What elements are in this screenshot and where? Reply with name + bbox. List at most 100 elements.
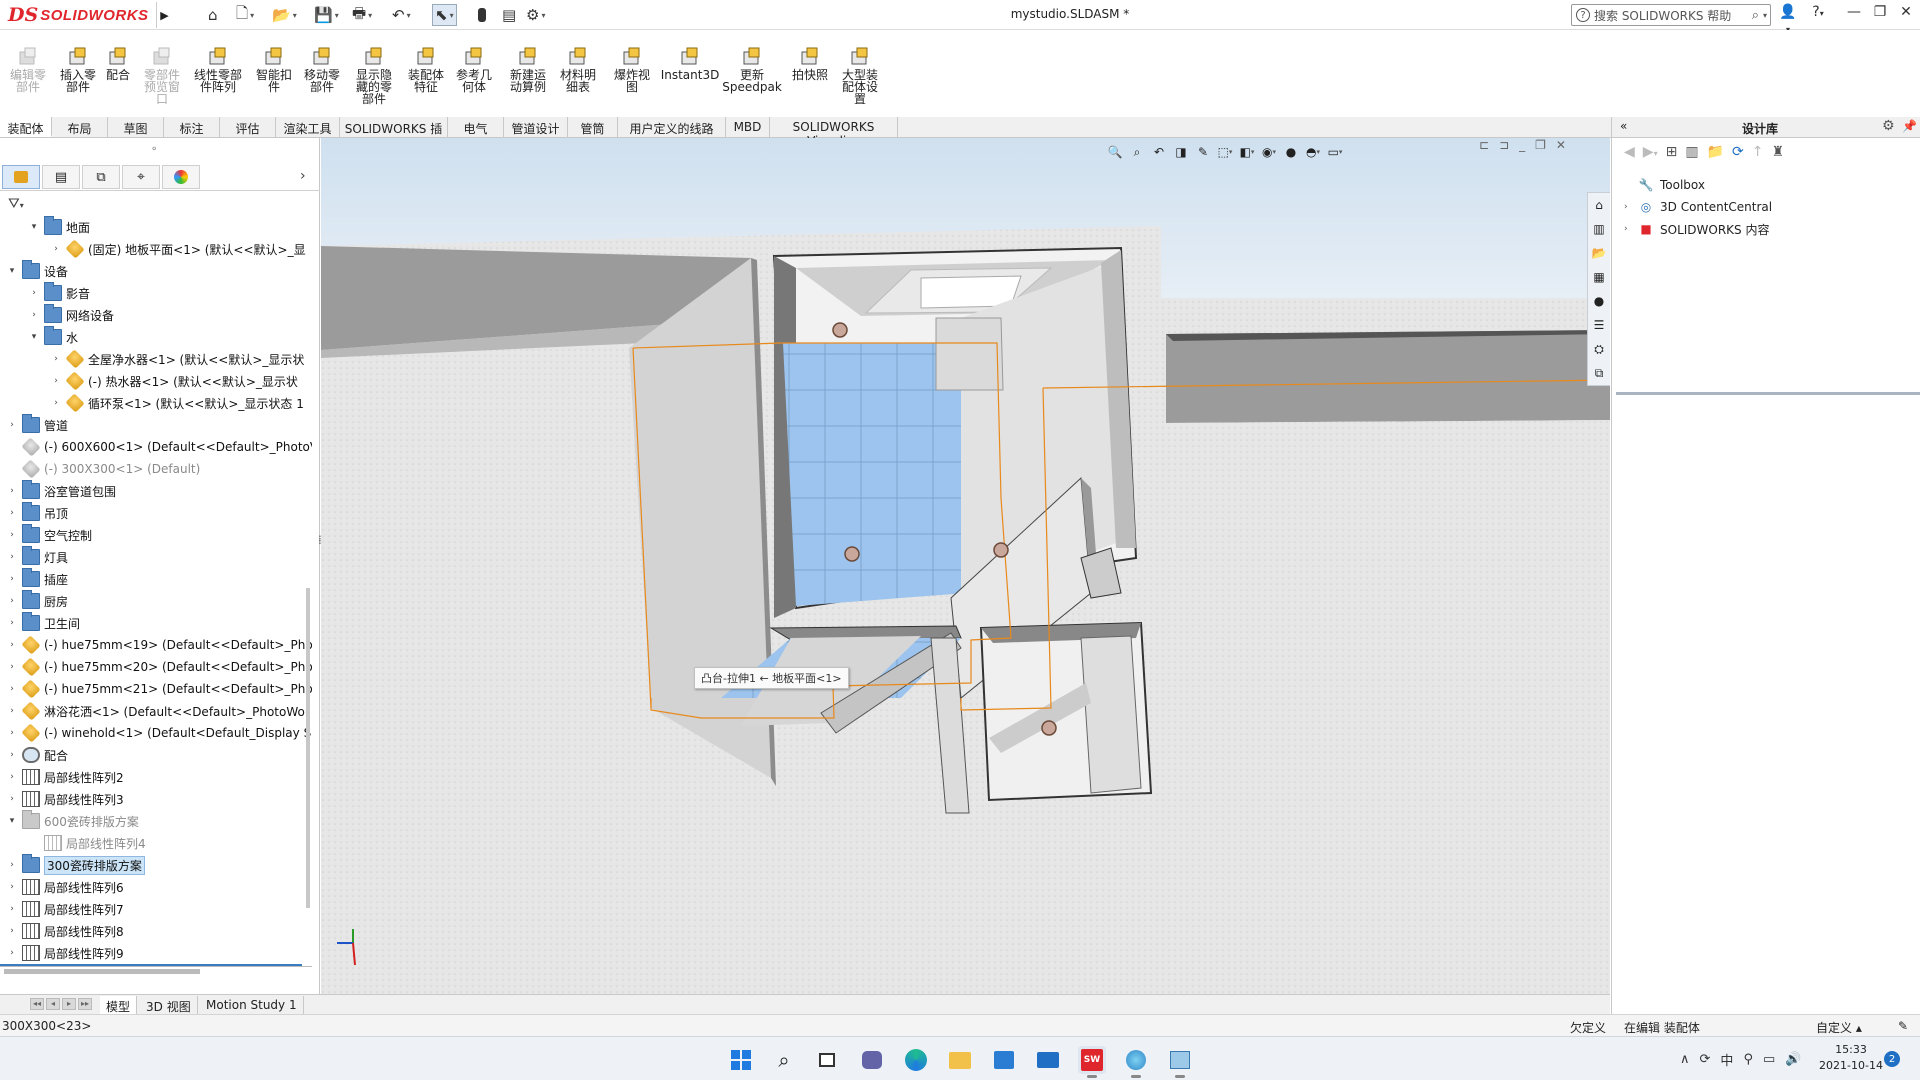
property-manager-tab[interactable]: ▤ (42, 165, 80, 189)
tab-9[interactable]: 管筒 (568, 117, 618, 137)
pipe-marker[interactable] (1041, 720, 1057, 736)
collapse-panel-icon[interactable]: « (1620, 119, 1627, 133)
scrollbar-thumb[interactable] (306, 588, 310, 908)
expand-arrow-icon[interactable]: › (6, 530, 18, 540)
minimize-icon[interactable]: — (1844, 4, 1864, 20)
add-to-library-icon[interactable]: ⊞ (1666, 144, 1678, 160)
refresh-icon[interactable]: ⟳ (1732, 144, 1744, 160)
expand-arrow-icon[interactable]: › (6, 706, 18, 716)
tree-item[interactable]: › 局部线性阵列3 (6, 788, 124, 810)
command-large-assembly-button[interactable]: 大型装 配体设 置 (834, 46, 886, 105)
filter-icon[interactable]: ⛛▾ (8, 196, 24, 212)
print-icon[interactable]: 🖶 ▾ (352, 4, 372, 26)
expand-arrow-icon[interactable]: › (6, 904, 18, 914)
expand-arrow-icon[interactable]: › (6, 750, 18, 760)
expand-arrow-icon[interactable]: › (6, 574, 18, 584)
tree-item[interactable]: › 全屋净水器<1> (默认<<默认>_显示状 (50, 348, 304, 370)
tree-item[interactable]: (-) 300X300<1> (Default) (6, 458, 200, 480)
next-tab-icon[interactable]: ▸ (62, 998, 76, 1010)
tree-item[interactable]: › (固定) 地板平面<1> (默认<<默认>_显 (50, 238, 306, 260)
tree-item[interactable]: › 配合 (6, 744, 68, 766)
tree-item[interactable]: › (-) winehold<1> (Default<Default_Displa… (6, 722, 311, 744)
tab-3[interactable]: 标注 (164, 117, 220, 137)
library-item[interactable]: 🔧 Toolbox (1624, 175, 1705, 195)
tab-1[interactable]: 布局 (52, 117, 108, 137)
tray-overflow-icon[interactable]: ∧ (1680, 1052, 1690, 1067)
expand-arrow-icon[interactable]: › (6, 618, 18, 628)
undo-icon[interactable]: ↶ ▾ (392, 4, 411, 26)
clock[interactable]: 15:33 2021-10-14 (1816, 1042, 1886, 1074)
bottom-tab-0[interactable]: 模型 (100, 996, 138, 1014)
command-exploded-view-button[interactable]: 爆炸视 图 (606, 46, 658, 93)
viewport-minimize-icon[interactable]: _ (1519, 138, 1525, 156)
expand-arrow-icon[interactable]: › (50, 376, 62, 386)
add-file-location-icon[interactable]: ▥ (1685, 144, 1698, 160)
panel-expand-arrow-icon[interactable]: › (300, 168, 306, 184)
tree-vertical-scrollbar[interactable] (306, 218, 312, 964)
search-icon[interactable]: ⌕ (770, 1046, 798, 1074)
tree-item[interactable]: › (-) hue75mm<20> (Default<<Default>_Phot (6, 656, 312, 678)
volume-icon[interactable]: 🔊 (1785, 1052, 1801, 1067)
expand-arrow-icon[interactable]: › (6, 948, 18, 958)
ime-mode-icon[interactable]: ⚲ (1743, 1052, 1753, 1067)
task-view-icon[interactable] (813, 1046, 841, 1074)
configuration-manager-tab[interactable]: ⧉ (82, 165, 120, 189)
expand-arrow-icon[interactable]: › (6, 882, 18, 892)
collapse-arrow-icon[interactable]: ▾ (6, 266, 18, 276)
viewport-split-left-icon[interactable]: ⊏ (1479, 138, 1489, 156)
bottom-tab-2[interactable]: Motion Study 1 (200, 996, 304, 1014)
expand-arrow-icon[interactable]: › (6, 926, 18, 936)
expand-arrow-icon[interactable]: › (50, 354, 62, 364)
tree-item[interactable]: › 插座 (6, 568, 68, 590)
previous-view-icon[interactable]: ↶ (1150, 143, 1168, 161)
command-bom-button[interactable]: 材料明 细表 (552, 46, 604, 93)
graphics-area[interactable]: 🔍 ⌕ ↶ ◨ ✎ ⬚ ▾ ◧ ▾ ◉ ▾ ● ◓ ▾ ▭ ▾ ⊏ ⊐ _ ❐ ✕ ⌂ ▥… (321, 138, 1610, 994)
tab-10[interactable]: 用户定义的线路 (618, 117, 726, 137)
command-snapshot-button[interactable]: 拍快照 (784, 46, 836, 81)
expand-arrow-icon[interactable]: › (6, 508, 18, 518)
custom-properties-icon[interactable]: ☰ (1588, 313, 1610, 337)
mail-icon[interactable] (1034, 1046, 1062, 1074)
tab-8[interactable]: 管道设计 (504, 117, 568, 137)
tab-5[interactable]: 渲染工具 (276, 117, 340, 137)
home-icon[interactable]: ⌂ (208, 4, 218, 26)
zoom-to-area-icon[interactable]: ⌕ (1128, 143, 1146, 161)
expand-arrow-icon[interactable]: › (1624, 202, 1638, 212)
help-search-input[interactable]: ? 搜索 SOLIDWORKS 帮助 ⌕ ▾ (1571, 4, 1771, 26)
expand-arrow-icon[interactable]: › (6, 596, 18, 606)
start-icon[interactable] (727, 1046, 755, 1074)
display-icon[interactable]: ▭ (1763, 1052, 1775, 1067)
command-assembly-features-button[interactable]: 装配体 特征 (400, 46, 452, 93)
tray-sync-icon[interactable]: ⟳ (1700, 1052, 1711, 1067)
tab-0[interactable]: 装配体 (0, 117, 52, 137)
menu-expand-arrow-icon[interactable]: ▶ (156, 2, 172, 28)
command-edit-component-button[interactable]: 编辑零 部件 (2, 46, 54, 93)
tree-item[interactable]: › 灯具 (6, 546, 68, 568)
traffic-light-icon[interactable] (478, 4, 486, 26)
status-tooltip-icon[interactable]: ✎ (1898, 1019, 1908, 1033)
expand-arrow-icon[interactable]: › (6, 486, 18, 496)
back-icon[interactable]: ◀ (1624, 144, 1635, 160)
up-one-level-icon[interactable]: ↑ (1752, 144, 1764, 160)
save-icon[interactable]: 💾 ▾ (314, 4, 339, 26)
tab-12[interactable]: SOLIDWORKS Visualize (770, 117, 898, 148)
tree-item[interactable]: ▾ 地面 (28, 216, 90, 238)
tree-item[interactable]: › 局部线性阵列7 (6, 898, 124, 920)
pin-icon[interactable]: 📌 (1902, 119, 1917, 133)
library-item[interactable]: › ◎ 3D ContentCentral (1624, 197, 1772, 217)
file-properties-icon[interactable]: ▤ (502, 4, 516, 26)
viewport-close-icon[interactable]: ✕ (1556, 138, 1566, 156)
expand-arrow-icon[interactable]: › (28, 288, 40, 298)
collapse-arrow-icon[interactable]: ▾ (28, 332, 40, 342)
section-view-icon[interactable]: ◨ (1172, 143, 1190, 161)
bottom-tab-1[interactable]: 3D 视图 (140, 996, 198, 1014)
file-explorer-icon[interactable]: 📂 (1588, 241, 1610, 265)
edit-appearance-icon[interactable]: ● (1282, 143, 1300, 161)
tree-item[interactable]: › 循环泵<1> (默认<<默认>_显示状态 1 (50, 392, 304, 414)
expand-arrow-icon[interactable]: › (6, 552, 18, 562)
first-tab-icon[interactable]: ◂◂ (30, 998, 44, 1010)
help-icon[interactable]: ?▾ (1808, 4, 1828, 20)
ime-indicator[interactable]: 中 (1720, 1050, 1733, 1069)
expand-arrow-icon[interactable]: › (6, 728, 18, 738)
assembly-model[interactable] (321, 138, 1610, 994)
